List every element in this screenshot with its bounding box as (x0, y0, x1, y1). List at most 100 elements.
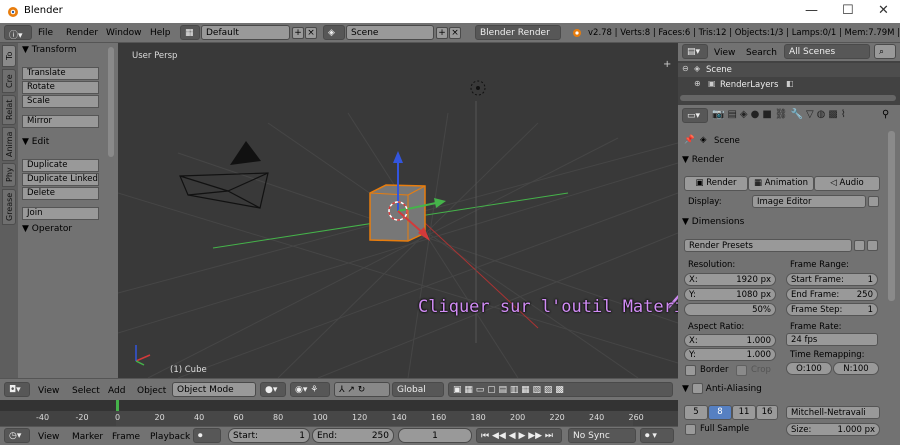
material-tab-icon[interactable]: ◍ (817, 109, 829, 120)
layout-select[interactable]: Default (201, 25, 290, 40)
timeline-editor[interactable]: -40 -20 0 20 40 60 80 100 120 140 160 180 200 220 240 2… (0, 400, 678, 426)
layer-buttons[interactable]: ▣ ▦ ▭ ▢ ▤ ▥ ▦ ▧ ▨ ▩ (448, 382, 673, 397)
editor-type-button[interactable]: ⓘ▾ (4, 25, 32, 41)
minimize-button[interactable]: — (805, 3, 818, 18)
3d-viewport[interactable]: + User Persp (1) Cube (118, 43, 678, 378)
start-frame-field[interactable]: Start Frame: 1 (786, 273, 878, 286)
world-tab-icon[interactable]: ● (751, 109, 763, 120)
orientation-select[interactable]: Global (392, 382, 444, 397)
remove-layout-button[interactable]: × (305, 27, 317, 39)
pivot-select[interactable]: ◉▾ ⚘ (290, 382, 330, 397)
render-animation-button[interactable]: ▦ Animation (748, 176, 814, 191)
tab-relations[interactable]: Relat (2, 95, 16, 125)
timeline-editor-type-button[interactable]: ◷▾ (4, 428, 30, 443)
menu-help[interactable]: Help (150, 28, 171, 38)
menu-select[interactable]: Select (72, 386, 100, 396)
constraints-tab-icon[interactable]: ⛓ (775, 109, 791, 120)
menu-render[interactable]: Render (66, 28, 98, 38)
tab-tools[interactable]: To (2, 45, 16, 67)
properties-context-tabs[interactable]: 📷▤◈●■⛓🔧▽◍▩⌇ (712, 109, 892, 123)
anti-aliasing-panel-header[interactable]: ▼ Anti-Aliasing (682, 383, 882, 399)
mode-select[interactable]: Object Mode (172, 382, 256, 397)
timeline-menu-view[interactable]: View (38, 432, 59, 442)
end-frame-field[interactable]: End Frame: 250 (786, 288, 878, 301)
menu-object[interactable]: Object (137, 386, 166, 396)
expand-icon[interactable]: ⊕ (694, 79, 701, 88)
menu-file[interactable]: File (38, 28, 53, 38)
duplicate-linked-button[interactable]: Duplicate Linked (22, 173, 99, 186)
render-presets-select[interactable]: Render Presets (684, 239, 852, 252)
aspect-y-field[interactable]: Y: 1.000 (684, 348, 776, 361)
duplicate-button[interactable]: Duplicate (22, 159, 99, 172)
full-sample-checkbox[interactable] (685, 424, 696, 435)
outliner-row-scene[interactable]: ⊖ ◈ Scene (678, 63, 900, 77)
outliner-editor-type-button[interactable]: ▤▾ (682, 44, 708, 59)
transform-panel-header[interactable]: ▼ Transform (18, 45, 118, 60)
rotate-button[interactable]: Rotate (22, 81, 99, 94)
modifiers-tab-icon[interactable]: 🔧 (791, 109, 806, 120)
resolution-x-field[interactable]: X: 1920 px (684, 273, 776, 286)
properties-pin-icon[interactable]: ⚲ (882, 109, 889, 120)
operator-panel-header[interactable]: ▼ Operator (18, 224, 118, 239)
outliner-search-icon[interactable]: ⌕ (874, 44, 896, 59)
tab-grease-pencil[interactable]: Grease (2, 189, 16, 225)
resolution-y-field[interactable]: Y: 1080 px (684, 288, 776, 301)
data-tab-icon[interactable]: ▽ (806, 109, 817, 120)
filter-size-field[interactable]: Size: 1.000 px (786, 423, 880, 436)
outliner-filter-select[interactable]: All Scenes (784, 44, 870, 59)
menu-marker[interactable]: Marker (72, 432, 103, 442)
add-layout-button[interactable]: + (292, 27, 304, 39)
border-checkbox[interactable] (685, 365, 696, 376)
frame-step-field[interactable]: Frame Step: 1 (786, 303, 878, 316)
aa-samples-11[interactable]: 11 (732, 405, 756, 420)
menu-add[interactable]: Add (108, 386, 125, 396)
playback-controls[interactable]: ⏮ ◀◀ ◀ ▶ ▶▶ ⏭ (476, 428, 562, 443)
menu-frame[interactable]: Frame (112, 432, 140, 442)
menu-window[interactable]: Window (106, 28, 142, 38)
translate-button[interactable]: Translate (22, 67, 99, 80)
record-button[interactable]: ⏺ (193, 428, 221, 443)
expand-icon[interactable]: ⊖ (682, 64, 689, 73)
sync-select[interactable]: No Sync (568, 428, 636, 443)
remap-old-field[interactable]: O:100 (786, 362, 832, 375)
remove-preset-button[interactable] (867, 240, 878, 251)
texture-tab-icon[interactable]: ▩ (828, 109, 840, 120)
scale-button[interactable]: Scale (22, 95, 99, 108)
keying-buttons[interactable]: ⏺ ▾ (640, 428, 674, 443)
add-scene-button[interactable]: + (436, 27, 448, 39)
menu-view[interactable]: View (38, 386, 59, 396)
current-frame-field[interactable]: 1 (398, 428, 472, 443)
lock-interface-icon[interactable] (868, 196, 879, 207)
tab-physics[interactable]: Phy (2, 163, 16, 187)
aspect-x-field[interactable]: X: 1.000 (684, 334, 776, 347)
properties-scrollbar[interactable] (888, 131, 895, 301)
timeline-scrollbar[interactable] (0, 400, 678, 411)
aa-samples-8[interactable]: 8 (708, 405, 732, 420)
pin-icon[interactable]: 📌 (684, 135, 695, 145)
properties-editor-type-button[interactable]: ▭▾ (682, 108, 708, 123)
crop-checkbox[interactable] (736, 365, 747, 376)
aa-samples-16[interactable]: 16 (756, 405, 778, 420)
close-button[interactable]: ✕ (878, 3, 889, 18)
physics-tab-icon[interactable]: ⌇ (841, 109, 849, 120)
join-button[interactable]: Join (22, 207, 99, 220)
outliner-row-renderlayers[interactable]: ⊕ ▣ RenderLayers ◧ (678, 78, 900, 92)
scene-select[interactable]: Scene (346, 25, 434, 40)
delete-button[interactable]: Delete (22, 187, 99, 200)
render-tab-icon[interactable]: 📷 (712, 109, 727, 120)
scene-tab-icon[interactable]: ◈ (740, 109, 751, 120)
outliner-menu-search[interactable]: Search (746, 48, 777, 58)
dimensions-panel-header[interactable]: ▼ Dimensions (682, 217, 882, 233)
add-preset-button[interactable] (854, 240, 865, 251)
aa-samples-5[interactable]: 5 (684, 405, 708, 420)
anti-aliasing-checkbox[interactable] (691, 383, 703, 394)
display-select[interactable]: Image Editor (752, 195, 866, 208)
camera-icon[interactable]: ◧ (786, 79, 794, 88)
maximize-button[interactable]: ☐ (842, 3, 854, 18)
outliner-menu-view[interactable]: View (714, 48, 735, 58)
outliner-scrollbar[interactable] (680, 95, 896, 101)
remap-new-field[interactable]: N:100 (833, 362, 879, 375)
end-frame-field[interactable]: End: 250 (312, 428, 394, 443)
resolution-percentage-field[interactable]: 50% (684, 303, 776, 316)
aa-filter-select[interactable]: Mitchell-Netravali (786, 406, 880, 419)
